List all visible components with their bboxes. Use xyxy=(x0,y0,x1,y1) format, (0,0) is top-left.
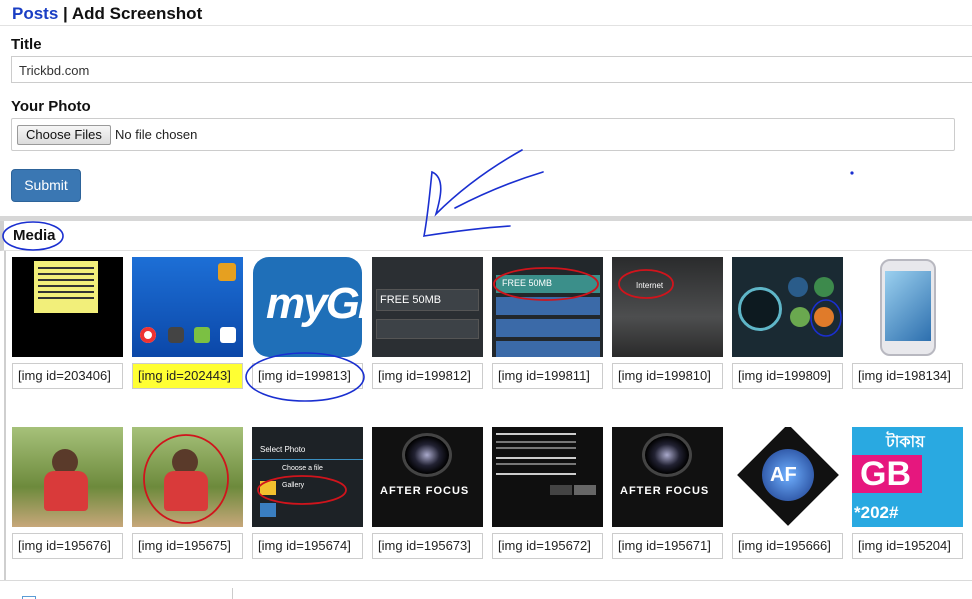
bd-code-text: *202# xyxy=(854,503,899,522)
media-caption: [img id=195666] xyxy=(732,533,843,559)
media-caption: [img id=195675] xyxy=(132,533,243,559)
media-item[interactable]: [img id=198134] xyxy=(852,257,963,389)
footer-separator xyxy=(232,588,233,599)
media-thumbnail[interactable] xyxy=(12,257,123,357)
header-bar: Posts | Add Screenshot xyxy=(0,0,972,26)
media-caption: [img id=202443] xyxy=(132,363,243,389)
media-thumbnail[interactable] xyxy=(132,257,243,357)
media-thumbnail[interactable]: myGP xyxy=(252,257,363,357)
media-thumbnail[interactable] xyxy=(732,257,843,357)
media-caption: [img id=199813] xyxy=(252,363,363,389)
free-50mb-text: FREE 50MB xyxy=(380,294,442,306)
gb-text: GB xyxy=(860,455,911,493)
title-input-value: Trickbd.com xyxy=(19,63,90,78)
media-item[interactable]: [img id=195672] xyxy=(492,427,603,559)
media-caption: [img id=195676] xyxy=(12,533,123,559)
media-thumbnail[interactable]: AFTER FOCUS xyxy=(372,427,483,527)
media-item[interactable]: টাকায় GB *202# [img id=195204] xyxy=(852,427,963,559)
media-caption: [img id=195673] xyxy=(372,533,483,559)
media-caption: [img id=198134] xyxy=(852,363,963,389)
internet-text: Internet xyxy=(636,281,664,290)
mygp-logo-text: myGP xyxy=(266,279,363,328)
media-caption: [img id=203406] xyxy=(12,363,123,389)
media-item[interactable]: AF [img id=195666] xyxy=(732,427,843,559)
media-item[interactable]: [img id=195676] xyxy=(12,427,123,559)
choose-file-text: Choose a file xyxy=(282,465,323,472)
media-thumbnail[interactable]: টাকায় GB *202# xyxy=(852,427,963,527)
posts-link[interactable]: Posts xyxy=(12,4,58,23)
media-header: Media xyxy=(0,221,972,251)
media-caption: [img id=195672] xyxy=(492,533,603,559)
media-caption: [img id=195674] xyxy=(252,533,363,559)
media-caption: [img id=195671] xyxy=(612,533,723,559)
file-status-text: No file chosen xyxy=(115,127,198,142)
footer-bar xyxy=(0,580,972,599)
media-thumbnail[interactable] xyxy=(132,427,243,527)
media-item[interactable]: AFTER FOCUS [img id=195673] xyxy=(372,427,483,559)
free-50mb-item: FREE 50MB xyxy=(502,278,553,288)
media-item[interactable]: myGP [img id=199813] xyxy=(252,257,363,389)
media-caption: [img id=199810] xyxy=(612,363,723,389)
af-logo-text: AF xyxy=(770,464,797,486)
media-caption: [img id=199811] xyxy=(492,363,603,389)
media-thumbnail[interactable]: Internet xyxy=(612,257,723,357)
afterfocus-text: AFTER FOCUS xyxy=(380,485,470,497)
media-item[interactable]: Select Photo Choose a file Gallery [img … xyxy=(252,427,363,559)
photo-label: Your Photo xyxy=(11,98,91,115)
media-item[interactable]: FREE 50MB [img id=199811] xyxy=(492,257,603,389)
add-screenshot-title: Add Screenshot xyxy=(71,4,203,23)
submit-button[interactable]: Submit xyxy=(11,169,81,202)
media-thumbnail[interactable] xyxy=(12,427,123,527)
gallery-text: Gallery xyxy=(282,482,305,489)
media-item[interactable]: AFTER FOCUS [img id=195671] xyxy=(612,427,723,559)
media-thumbnail[interactable] xyxy=(492,427,603,527)
bd-banner-text: টাকায় xyxy=(886,434,925,451)
media-caption: [img id=195204] xyxy=(852,533,963,559)
select-photo-text: Select Photo xyxy=(260,445,306,454)
title-separator: | xyxy=(58,4,72,23)
media-item[interactable]: Internet [img id=199810] xyxy=(612,257,723,389)
afterfocus-text: AFTER FOCUS xyxy=(620,485,710,497)
title-label: Title xyxy=(11,36,42,53)
media-item[interactable]: [img id=202443] xyxy=(132,257,243,389)
media-heading: Media xyxy=(13,227,56,244)
media-caption: [img id=199812] xyxy=(372,363,483,389)
page: Posts | Add Screenshot Title Trickbd.com… xyxy=(0,0,972,599)
media-thumbnail[interactable]: FREE 50MB xyxy=(492,257,603,357)
page-title: Posts | Add Screenshot xyxy=(12,4,202,24)
media-thumbnail[interactable]: AFTER FOCUS xyxy=(612,427,723,527)
media-item[interactable]: FREE 50MB [img id=199812] xyxy=(372,257,483,389)
media-item[interactable]: [img id=203406] xyxy=(12,257,123,389)
media-item[interactable]: [img id=195675] xyxy=(132,427,243,559)
media-caption: [img id=199809] xyxy=(732,363,843,389)
title-input[interactable]: Trickbd.com xyxy=(11,56,972,83)
arrow-annotation xyxy=(454,171,544,209)
media-thumbnail[interactable]: AF xyxy=(732,427,843,527)
media-thumbnail[interactable]: FREE 50MB xyxy=(372,257,483,357)
media-thumbnail[interactable] xyxy=(852,257,963,357)
left-rule xyxy=(4,251,6,581)
stray-dot xyxy=(850,171,854,175)
photo-file-input[interactable]: Choose Files No file chosen xyxy=(11,118,955,151)
media-item[interactable]: [img id=199809] xyxy=(732,257,843,389)
media-thumbnail[interactable]: Select Photo Choose a file Gallery xyxy=(252,427,363,527)
choose-files-button[interactable]: Choose Files xyxy=(17,125,111,145)
